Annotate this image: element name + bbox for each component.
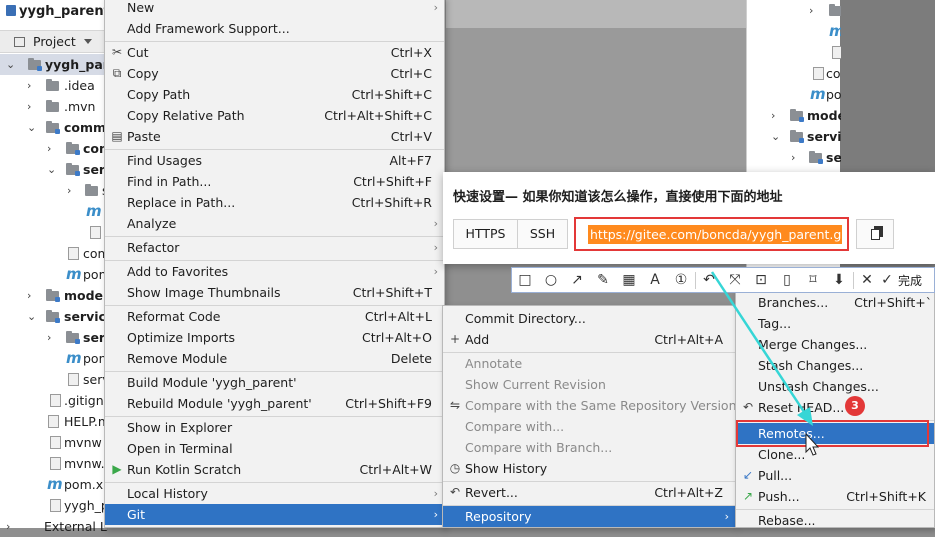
arrow-line: [710, 271, 810, 419]
mouse-cursor-icon: [805, 432, 820, 456]
step-number-badge: 3: [845, 396, 865, 416]
annotation-arrow: [710, 271, 820, 456]
arrow-head: [797, 407, 813, 426]
